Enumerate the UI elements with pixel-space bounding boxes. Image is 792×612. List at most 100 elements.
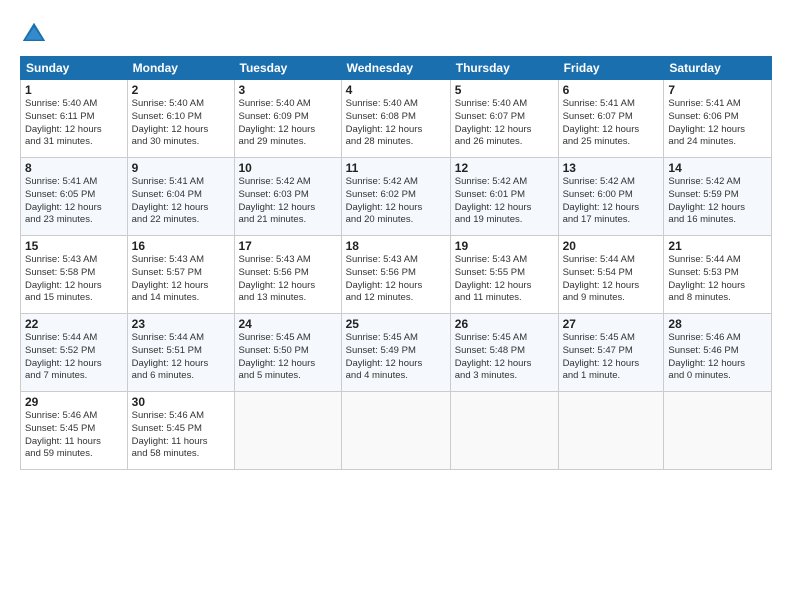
calendar-row: 8Sunrise: 5:41 AMSunset: 6:05 PMDaylight… [21,158,772,236]
calendar-cell [558,392,664,470]
col-sunday: Sunday [21,57,128,80]
day-info: Sunrise: 5:41 AMSunset: 6:06 PMDaylight:… [668,98,745,147]
calendar-cell: 24Sunrise: 5:45 AMSunset: 5:50 PMDayligh… [234,314,341,392]
page: Sunday Monday Tuesday Wednesday Thursday… [0,0,792,612]
calendar-cell: 15Sunrise: 5:43 AMSunset: 5:58 PMDayligh… [21,236,128,314]
day-number: 17 [239,239,337,253]
calendar-row: 22Sunrise: 5:44 AMSunset: 5:52 PMDayligh… [21,314,772,392]
day-info: Sunrise: 5:46 AMSunset: 5:46 PMDaylight:… [668,332,745,381]
day-info: Sunrise: 5:42 AMSunset: 6:02 PMDaylight:… [346,176,423,225]
day-info: Sunrise: 5:42 AMSunset: 6:00 PMDaylight:… [563,176,640,225]
col-monday: Monday [127,57,234,80]
calendar-cell: 22Sunrise: 5:44 AMSunset: 5:52 PMDayligh… [21,314,128,392]
calendar-cell: 26Sunrise: 5:45 AMSunset: 5:48 PMDayligh… [450,314,558,392]
day-info: Sunrise: 5:45 AMSunset: 5:49 PMDaylight:… [346,332,423,381]
calendar-cell [341,392,450,470]
calendar-cell [234,392,341,470]
day-number: 22 [25,317,123,331]
day-number: 7 [668,83,767,97]
day-info: Sunrise: 5:40 AMSunset: 6:08 PMDaylight:… [346,98,423,147]
header [20,16,772,48]
day-info: Sunrise: 5:43 AMSunset: 5:58 PMDaylight:… [25,254,102,303]
calendar-cell: 27Sunrise: 5:45 AMSunset: 5:47 PMDayligh… [558,314,664,392]
calendar-cell: 1Sunrise: 5:40 AMSunset: 6:11 PMDaylight… [21,80,128,158]
day-number: 19 [455,239,554,253]
day-number: 2 [132,83,230,97]
calendar-cell: 5Sunrise: 5:40 AMSunset: 6:07 PMDaylight… [450,80,558,158]
day-info: Sunrise: 5:43 AMSunset: 5:56 PMDaylight:… [239,254,316,303]
calendar-cell: 3Sunrise: 5:40 AMSunset: 6:09 PMDaylight… [234,80,341,158]
calendar-cell [664,392,772,470]
calendar-row: 29Sunrise: 5:46 AMSunset: 5:45 PMDayligh… [21,392,772,470]
calendar: Sunday Monday Tuesday Wednesday Thursday… [20,56,772,470]
day-number: 10 [239,161,337,175]
calendar-cell: 8Sunrise: 5:41 AMSunset: 6:05 PMDaylight… [21,158,128,236]
day-number: 9 [132,161,230,175]
calendar-cell: 2Sunrise: 5:40 AMSunset: 6:10 PMDaylight… [127,80,234,158]
calendar-cell: 25Sunrise: 5:45 AMSunset: 5:49 PMDayligh… [341,314,450,392]
day-info: Sunrise: 5:42 AMSunset: 6:01 PMDaylight:… [455,176,532,225]
day-number: 21 [668,239,767,253]
day-info: Sunrise: 5:46 AMSunset: 5:45 PMDaylight:… [25,410,101,459]
day-number: 14 [668,161,767,175]
calendar-cell: 18Sunrise: 5:43 AMSunset: 5:56 PMDayligh… [341,236,450,314]
day-info: Sunrise: 5:45 AMSunset: 5:48 PMDaylight:… [455,332,532,381]
logo [20,20,52,48]
day-number: 11 [346,161,446,175]
calendar-cell: 11Sunrise: 5:42 AMSunset: 6:02 PMDayligh… [341,158,450,236]
col-friday: Friday [558,57,664,80]
day-number: 29 [25,395,123,409]
day-info: Sunrise: 5:42 AMSunset: 5:59 PMDaylight:… [668,176,745,225]
col-tuesday: Tuesday [234,57,341,80]
calendar-row: 15Sunrise: 5:43 AMSunset: 5:58 PMDayligh… [21,236,772,314]
day-number: 8 [25,161,123,175]
day-info: Sunrise: 5:43 AMSunset: 5:55 PMDaylight:… [455,254,532,303]
day-number: 23 [132,317,230,331]
day-info: Sunrise: 5:44 AMSunset: 5:51 PMDaylight:… [132,332,209,381]
calendar-cell: 17Sunrise: 5:43 AMSunset: 5:56 PMDayligh… [234,236,341,314]
calendar-cell: 16Sunrise: 5:43 AMSunset: 5:57 PMDayligh… [127,236,234,314]
day-info: Sunrise: 5:43 AMSunset: 5:57 PMDaylight:… [132,254,209,303]
day-number: 3 [239,83,337,97]
day-number: 18 [346,239,446,253]
calendar-cell: 9Sunrise: 5:41 AMSunset: 6:04 PMDaylight… [127,158,234,236]
day-number: 5 [455,83,554,97]
day-number: 15 [25,239,123,253]
calendar-cell: 28Sunrise: 5:46 AMSunset: 5:46 PMDayligh… [664,314,772,392]
day-number: 6 [563,83,660,97]
day-number: 25 [346,317,446,331]
day-number: 1 [25,83,123,97]
calendar-cell: 29Sunrise: 5:46 AMSunset: 5:45 PMDayligh… [21,392,128,470]
day-number: 13 [563,161,660,175]
col-saturday: Saturday [664,57,772,80]
day-info: Sunrise: 5:45 AMSunset: 5:50 PMDaylight:… [239,332,316,381]
calendar-cell: 12Sunrise: 5:42 AMSunset: 6:01 PMDayligh… [450,158,558,236]
day-info: Sunrise: 5:44 AMSunset: 5:54 PMDaylight:… [563,254,640,303]
col-thursday: Thursday [450,57,558,80]
day-info: Sunrise: 5:41 AMSunset: 6:07 PMDaylight:… [563,98,640,147]
calendar-cell: 23Sunrise: 5:44 AMSunset: 5:51 PMDayligh… [127,314,234,392]
calendar-cell: 30Sunrise: 5:46 AMSunset: 5:45 PMDayligh… [127,392,234,470]
calendar-cell: 21Sunrise: 5:44 AMSunset: 5:53 PMDayligh… [664,236,772,314]
day-info: Sunrise: 5:43 AMSunset: 5:56 PMDaylight:… [346,254,423,303]
logo-icon [20,20,48,48]
calendar-cell: 14Sunrise: 5:42 AMSunset: 5:59 PMDayligh… [664,158,772,236]
day-number: 30 [132,395,230,409]
day-info: Sunrise: 5:41 AMSunset: 6:04 PMDaylight:… [132,176,209,225]
day-number: 27 [563,317,660,331]
day-number: 24 [239,317,337,331]
calendar-cell: 6Sunrise: 5:41 AMSunset: 6:07 PMDaylight… [558,80,664,158]
day-info: Sunrise: 5:46 AMSunset: 5:45 PMDaylight:… [132,410,208,459]
day-info: Sunrise: 5:41 AMSunset: 6:05 PMDaylight:… [25,176,102,225]
day-number: 26 [455,317,554,331]
calendar-cell: 10Sunrise: 5:42 AMSunset: 6:03 PMDayligh… [234,158,341,236]
day-number: 16 [132,239,230,253]
calendar-cell: 19Sunrise: 5:43 AMSunset: 5:55 PMDayligh… [450,236,558,314]
header-row: Sunday Monday Tuesday Wednesday Thursday… [21,57,772,80]
day-number: 28 [668,317,767,331]
day-info: Sunrise: 5:40 AMSunset: 6:11 PMDaylight:… [25,98,102,147]
col-wednesday: Wednesday [341,57,450,80]
day-info: Sunrise: 5:40 AMSunset: 6:07 PMDaylight:… [455,98,532,147]
day-number: 12 [455,161,554,175]
day-number: 4 [346,83,446,97]
